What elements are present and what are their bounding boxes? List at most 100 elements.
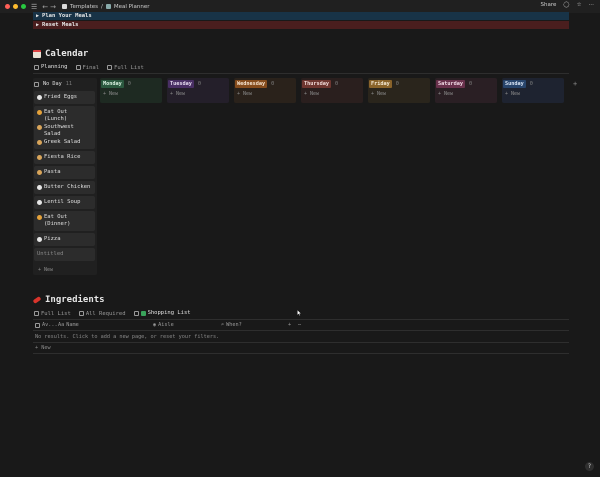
meal-card[interactable]: Fiesta Rice xyxy=(34,151,95,164)
new-row-button[interactable]: + New xyxy=(35,345,51,351)
day-column-wednesday: Wednesday 0 + New xyxy=(234,78,296,103)
toggle-triangle-icon[interactable]: ▶ xyxy=(36,13,39,19)
day-new-button[interactable]: + New xyxy=(436,91,472,97)
day-new-button[interactable]: + New xyxy=(235,91,274,97)
column-header-when[interactable]: ⌕ When? xyxy=(221,322,242,328)
meal-card[interactable]: Butter Chicken xyxy=(34,181,95,194)
table-icon xyxy=(78,311,84,316)
divider xyxy=(33,330,569,331)
board-icon xyxy=(75,65,81,70)
page-icon xyxy=(62,4,68,9)
burrito-icon xyxy=(37,125,42,130)
meal-card-label: Butter Chicken xyxy=(44,184,91,190)
star-icon[interactable]: ☆ xyxy=(577,2,582,8)
no-day-icon xyxy=(34,81,39,87)
breadcrumb-item-meal-planner[interactable]: Meal Planner xyxy=(114,4,150,10)
meal-card[interactable]: Pizza xyxy=(34,233,95,246)
meal-card[interactable]: Pasta xyxy=(34,166,95,179)
day-column-monday: Monday 0 + New xyxy=(100,78,162,103)
zoom-window-button[interactable] xyxy=(21,4,26,9)
day-column-header[interactable]: Thursday 0 xyxy=(302,78,338,88)
day-column-tuesday: Tuesday 0 + New xyxy=(167,78,229,103)
formula-search-icon: ⌕ xyxy=(221,322,225,328)
comments-icon[interactable]: ◯ xyxy=(563,2,569,8)
burrito-icon xyxy=(37,140,42,145)
callout-label: Reset Meals xyxy=(42,22,79,28)
day-column-header[interactable]: Sunday 0 xyxy=(503,78,533,88)
day-column-header[interactable]: Wednesday 0 xyxy=(235,78,274,88)
table-icon xyxy=(133,310,139,316)
ingredients-title: Ingredients xyxy=(45,295,105,305)
day-column-sunday: Sunday 0 + New xyxy=(502,78,564,103)
meal-card[interactable]: Eat Out (Dinner) xyxy=(34,211,95,231)
meal-card-label: Fried Eggs xyxy=(44,94,78,100)
meal-card[interactable]: Lentil Soup xyxy=(34,196,95,209)
add-group-icon[interactable]: + xyxy=(573,80,577,88)
meal-card[interactable]: Greek Salad xyxy=(34,136,95,149)
minimize-window-button[interactable] xyxy=(13,4,18,9)
meal-card-label: Eat Out (Dinner) xyxy=(44,214,71,227)
ingredients-heading: Ingredients xyxy=(32,295,105,305)
meal-card-label: Pasta xyxy=(44,169,61,175)
sidebar-toggle-icon[interactable]: ☰ xyxy=(31,3,37,11)
day-label-pill: Sunday xyxy=(503,80,526,88)
forward-arrow-icon[interactable]: → xyxy=(50,3,56,11)
day-count: 0 xyxy=(469,81,473,87)
share-button[interactable]: Share xyxy=(541,2,557,8)
no-day-new-button[interactable]: + New xyxy=(36,267,53,273)
egg-icon xyxy=(37,95,42,100)
day-count: 0 xyxy=(127,81,131,87)
day-column-thursday: Thursday 0 + New xyxy=(301,78,363,103)
day-new-button[interactable]: + New xyxy=(168,91,201,97)
back-arrow-icon[interactable]: ← xyxy=(42,3,48,11)
day-label-pill: Wednesday xyxy=(235,80,268,88)
day-column-header[interactable]: Tuesday 0 xyxy=(168,78,201,88)
mouse-cursor-icon xyxy=(297,310,302,316)
day-new-button[interactable]: + New xyxy=(101,91,131,97)
day-column-header[interactable]: Friday 0 xyxy=(369,78,399,88)
meal-card-label: Lentil Soup xyxy=(44,199,81,205)
table-icon xyxy=(34,311,39,316)
text-type-icon: Aa xyxy=(58,322,65,328)
more-options-icon[interactable]: ⋯ xyxy=(589,2,595,8)
calendar-heading: Calendar xyxy=(33,49,88,59)
meal-card-label: Fiesta Rice xyxy=(44,154,81,160)
breadcrumb-item-templates[interactable]: Templates xyxy=(70,4,98,10)
day-count: 0 xyxy=(395,81,399,87)
column-header-available[interactable]: Av... xyxy=(35,322,58,328)
day-column-friday: Friday 0 + New xyxy=(368,78,430,103)
day-new-button[interactable]: + New xyxy=(302,91,338,97)
divider xyxy=(33,342,569,343)
day-new-button[interactable]: + New xyxy=(369,91,399,97)
window-controls xyxy=(5,4,26,9)
callout-plan-meals[interactable]: ▶ Plan Your Meals xyxy=(33,12,569,20)
more-columns-icon[interactable]: ⋯ xyxy=(298,322,301,328)
bowl-icon xyxy=(37,237,42,242)
table-icon xyxy=(107,65,113,70)
bowl-icon xyxy=(37,200,42,205)
taco-icon xyxy=(37,215,42,220)
taco-icon xyxy=(37,110,42,115)
meal-card[interactable]: Untitled xyxy=(34,248,95,261)
callout-reset-meals[interactable]: ▶ Reset Meals xyxy=(33,21,569,29)
column-header-name[interactable]: Aa Name xyxy=(58,322,79,328)
day-new-button[interactable]: + New xyxy=(503,91,533,97)
empty-table-message[interactable]: No results. Click to add a new page, or … xyxy=(35,334,219,340)
toggle-triangle-icon[interactable]: ▶ xyxy=(36,22,39,28)
add-column-icon[interactable]: + xyxy=(288,322,291,328)
burrito-icon xyxy=(37,155,42,160)
meal-card[interactable]: Fried Eggs xyxy=(34,91,95,104)
day-column-header[interactable]: Saturday 0 xyxy=(436,78,472,88)
close-window-button[interactable] xyxy=(5,4,10,9)
calendar-title: Calendar xyxy=(45,49,89,59)
checkbox-icon xyxy=(140,310,146,316)
help-button[interactable]: ? xyxy=(585,462,594,471)
meal-card-label: Pizza xyxy=(44,236,61,242)
chili-pepper-icon xyxy=(32,296,42,304)
day-column-header[interactable]: Monday 0 xyxy=(101,78,131,88)
select-type-icon: ◉ xyxy=(153,322,157,328)
meal-card-label: Greek Salad xyxy=(44,139,81,145)
column-header-aisle[interactable]: ◉ Aisle xyxy=(153,322,174,328)
bowl-icon xyxy=(37,185,42,190)
burrito-icon xyxy=(37,170,42,175)
